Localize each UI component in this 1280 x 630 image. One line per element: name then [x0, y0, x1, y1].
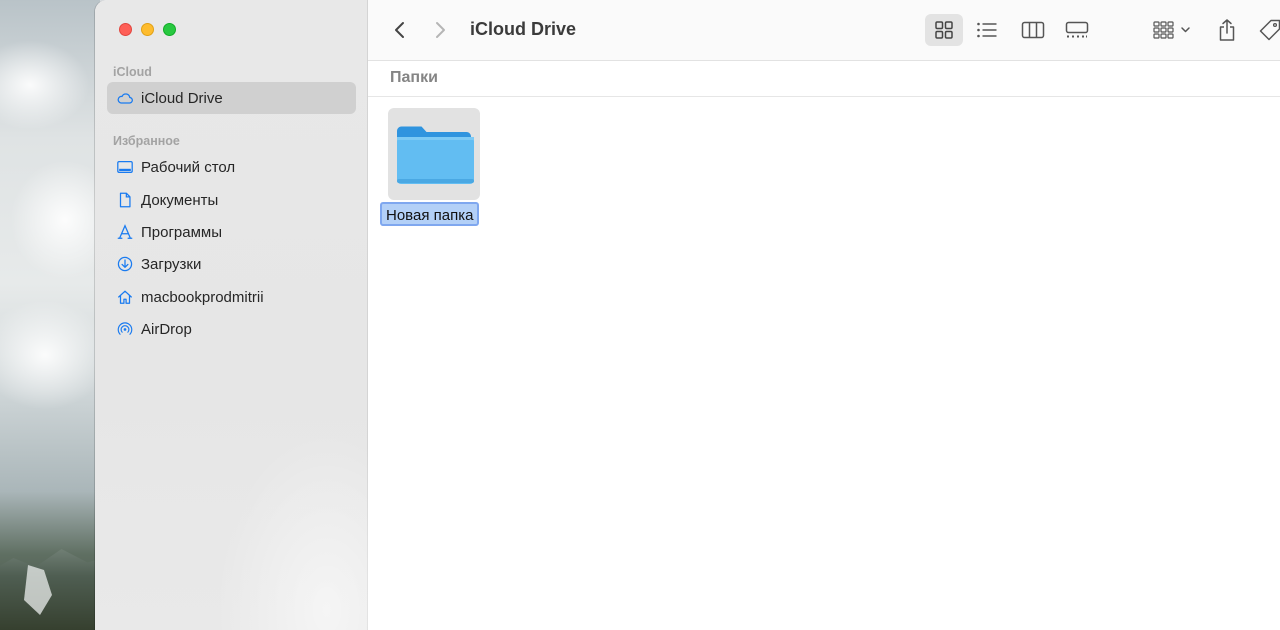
sidebar-item-label: Рабочий стол — [141, 158, 236, 176]
back-button[interactable] — [386, 16, 414, 44]
cloud-icon — [115, 88, 135, 108]
sidebar-item-home[interactable]: macbookprodmitrii — [107, 281, 356, 313]
tag-button[interactable] — [1254, 14, 1280, 46]
finder-window: iCloud iCloud Drive Избранное Рабочий ст… — [95, 0, 1280, 630]
list-view-button[interactable] — [968, 14, 1006, 46]
icon-view-button[interactable] — [925, 14, 963, 46]
airdrop-icon — [115, 319, 135, 339]
folder-thumbnail[interactable] — [388, 108, 480, 200]
zoom-button[interactable] — [163, 23, 176, 36]
desktop-wallpaper — [0, 0, 100, 630]
forward-button[interactable] — [426, 16, 454, 44]
sidebar-item-label: iCloud Drive — [141, 89, 223, 107]
sidebar-section-icloud: iCloud — [113, 65, 152, 79]
sidebar-section-favorites: Избранное — [113, 134, 180, 148]
group-by-icon — [1152, 21, 1192, 39]
toolbar: iCloud Drive — [368, 0, 1280, 61]
gallery-view-icon — [1065, 21, 1089, 39]
sidebar-item-label: Документы — [141, 191, 219, 209]
sidebar-item-documents[interactable]: Документы — [107, 184, 356, 216]
back-icon — [393, 20, 407, 40]
column-view-icon — [1021, 21, 1045, 39]
sidebar: iCloud iCloud Drive Избранное Рабочий ст… — [95, 0, 375, 630]
column-view-button[interactable] — [1014, 14, 1052, 46]
list-view-icon — [976, 21, 998, 39]
sidebar-item-label: AirDrop — [141, 320, 192, 338]
group-by-button[interactable] — [1148, 14, 1196, 46]
icon-view-icon — [934, 20, 954, 40]
sidebar-item-label: Программы — [141, 223, 223, 241]
tag-icon — [1258, 18, 1280, 42]
share-button[interactable] — [1212, 14, 1242, 46]
group-title: Папки — [390, 69, 438, 86]
folder-name-field[interactable]: Новая папка — [380, 202, 480, 226]
sidebar-item-label: Загрузки — [141, 255, 202, 273]
sidebar-item-downloads[interactable]: Загрузки — [107, 248, 356, 280]
gallery-view-button[interactable] — [1058, 14, 1096, 46]
sidebar-item-label: macbookprodmitrii — [141, 288, 264, 306]
desktop-icon — [115, 157, 135, 177]
forward-icon — [433, 20, 447, 40]
minimize-button[interactable] — [141, 23, 154, 36]
file-browser: Папки Новая папка — [368, 61, 1280, 630]
sidebar-item-desktop[interactable]: Рабочий стол — [107, 151, 356, 183]
download-icon — [115, 254, 135, 274]
group-header: Папки — [368, 61, 1280, 97]
document-icon — [115, 190, 135, 210]
window-title: iCloud Drive — [470, 19, 577, 39]
sidebar-item-icloud-drive[interactable]: iCloud Drive — [107, 82, 356, 114]
applications-icon — [115, 222, 135, 242]
folder-icon — [394, 117, 474, 192]
window-controls — [119, 23, 176, 36]
home-icon — [115, 287, 135, 307]
sidebar-item-applications[interactable]: Программы — [107, 216, 356, 248]
sidebar-item-airdrop[interactable]: AirDrop — [107, 313, 356, 345]
share-icon — [1217, 18, 1237, 42]
close-button[interactable] — [119, 23, 132, 36]
